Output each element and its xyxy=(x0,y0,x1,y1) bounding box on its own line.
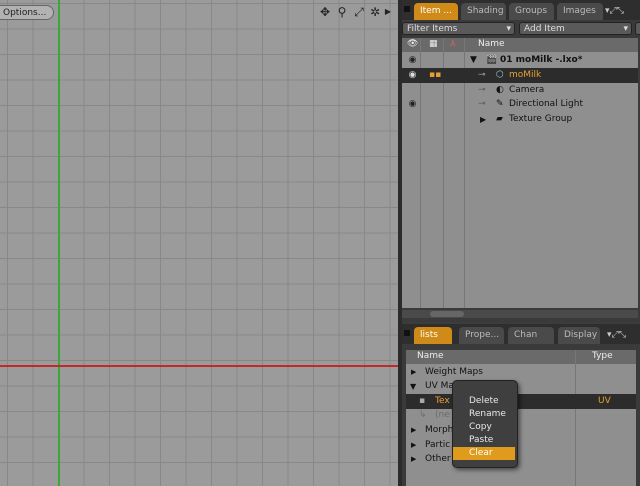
link-icon: ⊸ xyxy=(478,99,486,109)
gear-icon[interactable]: ✲ xyxy=(368,5,382,19)
move-view-icon[interactable]: ✥ xyxy=(318,5,332,19)
list-item-uv-maps[interactable]: ▼ UV Ma xyxy=(406,379,636,394)
list-item-label: (ne xyxy=(435,410,450,420)
list-item-label: Weight Maps xyxy=(425,367,483,377)
chevron-down-icon: ▾ xyxy=(623,24,628,34)
vertex-map-list[interactable]: Name Type ▶ Weight Maps ▼ UV Ma ▪ Tex UV… xyxy=(406,350,636,486)
collapse-arrow-icon[interactable]: ▼ xyxy=(410,379,416,394)
panel-menu-icon[interactable]: ▾⤢⤡ xyxy=(607,328,639,342)
fit-view-icon[interactable]: ⤢ xyxy=(352,5,366,19)
list-item-type: UV xyxy=(598,396,611,406)
tab-shading[interactable]: Shading xyxy=(461,3,506,20)
menu-item-clear[interactable]: Clear xyxy=(453,447,515,460)
expand-arrow-icon[interactable]: ▶ xyxy=(411,452,416,467)
expand-arrow-icon[interactable]: ▶ xyxy=(480,112,486,127)
list-item-other[interactable]: ▶ Other xyxy=(406,452,636,467)
eye-icon[interactable]: ◉ xyxy=(407,55,418,66)
list-item-texture-uv[interactable]: ▪ Tex UV xyxy=(406,394,636,409)
list-item-scene[interactable]: ◉ ▼ 🎬 01 moMilk -.lxo* xyxy=(402,53,638,68)
list-item-label: Tex xyxy=(435,396,450,406)
lists-panel-tabbar: lists Prope... Chan ... Display ▾⤢⤡ xyxy=(402,324,640,357)
list-item-label: Other xyxy=(425,454,451,464)
horizontal-scrollbar[interactable] xyxy=(402,310,638,318)
tab-channels[interactable]: Chan ... xyxy=(508,327,554,357)
list-item-momilk[interactable]: ◉ ▪▪ ⊸ ⬡ moMilk xyxy=(402,68,638,83)
list-item-label: Camera xyxy=(509,85,545,95)
list-item-morph-maps[interactable]: ▶ Morph xyxy=(406,423,636,438)
zoom-icon[interactable]: ⚲ xyxy=(335,5,349,19)
tab-images[interactable]: Images xyxy=(557,3,603,20)
add-item-label: Add Item xyxy=(524,24,565,34)
item-list-panel: Item ... Shading Groups Images ▾⤢⤡ Filte… xyxy=(402,0,640,322)
panel-corner-icon xyxy=(404,330,410,336)
list-item-particles[interactable]: ▶ Partic xyxy=(406,438,636,453)
filter-items-label: Filter Items xyxy=(407,24,458,34)
lists-panel: lists Prope... Chan ... Display ▾⤢⤡ Name… xyxy=(402,324,640,486)
vertex-map-list-header: Name Type xyxy=(406,350,636,364)
camera-icon: ◐ xyxy=(496,85,504,95)
link-icon: ⊸ xyxy=(478,85,486,95)
visibility-column-icon: 👁 xyxy=(407,39,419,49)
column-name-header: Name xyxy=(478,39,505,49)
tab-lists[interactable]: lists xyxy=(414,327,452,344)
list-item-label: moMilk xyxy=(509,70,542,80)
list-item-light[interactable]: ◉ ⊸ ✎ Directional Light xyxy=(402,97,638,112)
list-item-camera[interactable]: ⊸ ◐ Camera xyxy=(402,83,638,98)
column-name-header: Name xyxy=(417,351,444,361)
expand-arrow-icon[interactable]: ▶ xyxy=(411,438,416,453)
expand-arrow-icon[interactable]: ▶ xyxy=(384,5,392,19)
scene-icon: 🎬 xyxy=(486,55,498,65)
link-icon: ⊸ xyxy=(478,70,486,80)
eye-icon[interactable]: ◉ xyxy=(407,99,418,110)
list-item-new-map[interactable]: ↳ (ne xyxy=(406,408,636,423)
list-item-label: UV Ma xyxy=(425,381,454,391)
filter-items-dropdown[interactable]: Filter Items ▾ xyxy=(402,22,515,35)
tab-groups[interactable]: Groups xyxy=(509,3,554,20)
texture-group-icon: ▰ xyxy=(496,114,503,124)
menu-item-delete[interactable]: Delete xyxy=(453,395,515,408)
panel-corner-icon xyxy=(404,6,410,12)
mesh-icon: ⬡ xyxy=(496,70,504,80)
menu-item-paste[interactable]: Paste xyxy=(453,434,515,447)
column-type-header: Type xyxy=(592,351,613,361)
list-item-texture-group[interactable]: ▶ ▰ Texture Group xyxy=(402,112,638,127)
tab-properties[interactable]: Prope... xyxy=(459,327,504,344)
list-item-label: Directional Light xyxy=(509,99,583,109)
list-item-label: Morph xyxy=(425,425,454,435)
list-item-label: 01 moMilk -.lxo* xyxy=(500,55,583,65)
scrollbar-thumb[interactable] xyxy=(430,311,464,317)
collapse-arrow-icon[interactable]: ▼ xyxy=(470,53,477,68)
item-list-header: 👁 ▦ ⅄ Name xyxy=(402,38,638,52)
list-item-weight-maps[interactable]: ▶ Weight Maps xyxy=(406,365,636,380)
tab-display[interactable]: Display xyxy=(558,327,600,344)
bullet-icon: ↳ xyxy=(419,410,427,420)
viewport-options-button[interactable]: Options... xyxy=(0,5,54,20)
chevron-down-icon: ▾ xyxy=(506,24,511,34)
panel-menu-icon[interactable]: ▾⤢⤡ xyxy=(605,4,637,18)
expand-arrow-icon[interactable]: ▶ xyxy=(411,423,416,438)
axis-column-icon: ⅄ xyxy=(450,39,456,49)
y-axis-line xyxy=(58,0,60,486)
context-menu: Delete Rename Copy Paste Clear xyxy=(452,380,518,468)
add-item-dropdown[interactable]: Add Item ▾ xyxy=(519,22,632,35)
tab-item-list[interactable]: Item ... xyxy=(414,3,458,20)
bullet-icon: ▪ xyxy=(419,396,426,406)
item-list-area[interactable]: 👁 ▦ ⅄ Name ◉ ▼ 🎬 01 moMilk -.lxo* ◉ ▪▪ ⊸… xyxy=(402,38,638,308)
menu-item-rename[interactable]: Rename xyxy=(453,408,515,421)
3d-viewport[interactable]: Options... ✥ ⚲ ⤢ ✲ ▶ xyxy=(0,0,398,486)
item-panel-tabbar: Item ... Shading Groups Images ▾⤢⤡ xyxy=(402,0,640,20)
eye-icon[interactable]: ◉ xyxy=(407,70,418,81)
extra-dropdown[interactable]: F xyxy=(635,22,640,35)
x-axis-line xyxy=(0,365,398,367)
lock-icon[interactable]: ▪▪ xyxy=(429,68,441,83)
list-item-label: Texture Group xyxy=(509,114,573,124)
list-item-label: Partic xyxy=(425,440,451,450)
light-icon: ✎ xyxy=(496,99,504,109)
menu-item-copy[interactable]: Copy xyxy=(453,421,515,434)
expand-arrow-icon[interactable]: ▶ xyxy=(411,365,416,380)
lock-column-icon: ▦ xyxy=(429,39,438,49)
